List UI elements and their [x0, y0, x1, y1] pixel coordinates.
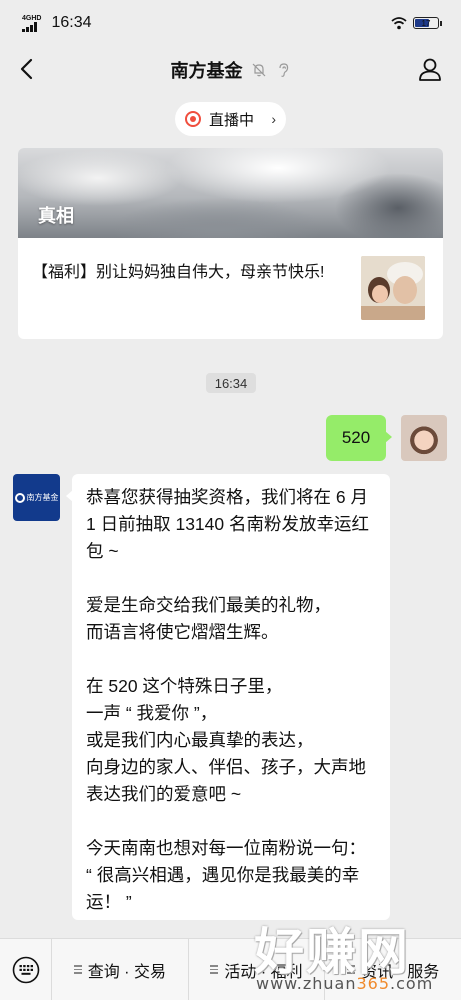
signal-icon: 4GHD — [22, 15, 41, 32]
live-button[interactable]: 直播中 › — [175, 102, 286, 136]
article-subtitle[interactable]: 【福利】别让妈妈独自伟大，母亲节快乐! — [32, 260, 362, 286]
article-cover-title: 真相 — [38, 206, 74, 226]
network-type: 4GHD — [22, 14, 42, 22]
brand-logo-icon — [14, 492, 25, 503]
live-dot-icon — [185, 111, 201, 127]
person-icon — [419, 58, 441, 81]
menu-label: 查询 · 交易 — [87, 963, 166, 981]
ear-icon — [278, 63, 288, 77]
nav-bar: 南方基金 — [0, 46, 461, 94]
menu-label: 资讯 · 服务 — [361, 963, 440, 981]
back-button[interactable] — [12, 54, 40, 84]
article-card[interactable]: 真相 【福利】别让妈妈独自伟大，母亲节快乐! — [18, 148, 443, 339]
message-paragraph: 今天南南也想对每一位南粉说一句： “ 很高兴相遇，遇见你是我最美的幸运！ ” — [86, 838, 366, 912]
chat-timestamp: 16:34 — [206, 373, 256, 393]
profile-button[interactable] — [415, 54, 445, 84]
outgoing-message[interactable]: 520 — [326, 415, 392, 461]
keyboard-toggle-button[interactable] — [0, 938, 52, 1000]
nav-title-group: 南方基金 — [171, 57, 291, 83]
article-cover-image[interactable] — [18, 148, 443, 238]
message-paragraph: 在 520 这个特殊日子里， 一声 “ 我爱你 ”， 或是我们内心最真挚的表达，… — [86, 676, 366, 804]
thumbnail-photo-icon — [361, 256, 425, 320]
message-paragraph: 恭喜您获得抽奖资格，我们将在 6 月 1 日前抽取 13140 名南粉发放幸运红… — [86, 487, 369, 561]
status-time: 16:34 — [51, 14, 92, 31]
menu-list-icon — [347, 965, 356, 974]
message-paragraph: 爱是生命交给我们最美的礼物， 而语言将使它熠熠生辉。 — [86, 595, 331, 642]
menu-list-icon — [210, 965, 219, 974]
menu-label: 活动 · 福利 — [224, 963, 303, 981]
sender-logo-text: 南方基金 — [26, 493, 59, 502]
article-thumbnail[interactable] — [361, 256, 425, 320]
menu-list-icon — [73, 965, 82, 974]
mute-bell-icon — [252, 63, 265, 77]
my-avatar[interactable] — [401, 415, 447, 461]
live-label: 直播中 — [209, 111, 255, 129]
chevron-right-icon: › — [271, 111, 276, 127]
page-title: 南方基金 — [170, 61, 243, 81]
bottom-menu: 查询 · 交易 活动 · 福利 资讯 · 服务 — [0, 938, 461, 1000]
keyboard-icon — [12, 956, 39, 983]
status-right: 17 — [391, 16, 442, 30]
incoming-message[interactable]: 恭喜您获得抽奖资格，我们将在 6 月 1 日前抽取 13140 名南粉发放幸运红… — [66, 474, 390, 920]
wifi-icon — [391, 16, 407, 29]
chevron-left-icon — [20, 58, 33, 80]
status-bar: 4GHD 16:34 17 — [0, 0, 461, 46]
menu-query-trade[interactable]: 查询 · 交易 — [52, 938, 189, 1000]
battery-icon: 17 — [413, 17, 442, 29]
menu-activity-welfare[interactable]: 活动 · 福利 — [189, 938, 326, 1000]
battery-level: 17 — [421, 18, 431, 28]
status-left: 4GHD 16:34 — [22, 14, 92, 32]
sender-avatar[interactable]: 南方基金 — [13, 474, 60, 521]
menu-news-service[interactable]: 资讯 · 服务 — [325, 939, 461, 1000]
